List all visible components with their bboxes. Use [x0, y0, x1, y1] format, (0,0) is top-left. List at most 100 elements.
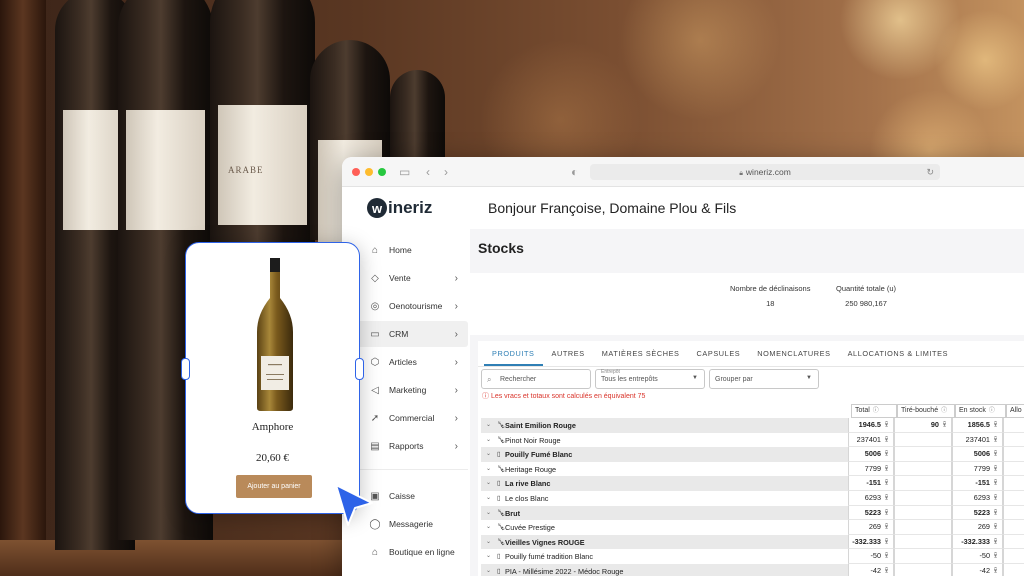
sidebar-item-boutique-en-ligne[interactable]: ⌂ Boutique en ligne: [354, 539, 468, 565]
sidebar-item-label: Caisse: [389, 491, 415, 501]
add-to-cart-button[interactable]: Ajouter au panier: [236, 475, 312, 498]
table-row[interactable]: ⌄ 🍾︎ Brut 5223 🍷︎ 5223 🍷︎: [481, 505, 1024, 521]
bottle-unit-icon: 🍷︎: [883, 422, 890, 428]
sidebar-item-marketing[interactable]: ◁ Marketing ›: [354, 377, 468, 403]
table-cell: [894, 476, 952, 491]
sidebar-item-label: Boutique en ligne: [389, 547, 455, 557]
bottle-label-text: ARABE: [228, 165, 264, 175]
tab-mati-res-s-ches[interactable]: MATIÈRES SÈCHES: [594, 349, 688, 366]
bottle-unit-icon: 🍷︎: [883, 524, 890, 531]
table-cell: -151 🍷︎: [952, 476, 1003, 491]
info-icon[interactable]: ⓘ: [873, 408, 879, 414]
table-row[interactable]: ⌄ 🍾︎ Heritage Rouge 7799 🍷︎ 7799 🍷︎: [481, 461, 1024, 477]
table-cell: 5006 🍷︎: [952, 447, 1003, 462]
tab-autres[interactable]: AUTRES: [544, 349, 593, 366]
table-row[interactable]: ⌄ ▯ Le clos Blanc 6293 🍷︎ 6293 🍷︎: [481, 491, 1024, 506]
product-name-cell: Cuvée Prestige: [505, 523, 555, 533]
greeting-text: Bonjour Françoise, Domaine Plou & Fils: [488, 200, 737, 216]
cellar-bottle: ARABE: [210, 0, 315, 270]
table-row[interactable]: ⌄ ▯ Pouilly fumé tradition Blanc -50 🍷︎ -50 🍷︎: [481, 549, 1024, 564]
sidebar-item-articles[interactable]: ⬡ Articles ›: [354, 349, 468, 375]
column-header[interactable]: Allo: [1006, 404, 1024, 418]
product-name-cell: Brut: [505, 508, 520, 518]
sidebar-item-vente[interactable]: ◇ Vente ›: [354, 265, 468, 291]
expand-chevron-icon[interactable]: ⌄: [486, 552, 491, 559]
table-cell: -332.333 🍷︎: [848, 534, 894, 550]
minimize-window-button[interactable]: [365, 168, 373, 176]
reload-icon[interactable]: ↻: [926, 164, 934, 180]
table-row[interactable]: ⌄ 🍾︎ Cuvée Prestige 269 🍷︎ 269 🍷︎: [481, 520, 1024, 535]
sidebar-item-rapports[interactable]: ▤ Rapports ›: [354, 433, 468, 459]
table-cell: 5223 🍷︎: [952, 505, 1003, 521]
cellar-bottle: [390, 70, 445, 160]
table-cell: 1856.5 🍷︎: [952, 418, 1003, 433]
table-cell: 5223 🍷︎: [848, 505, 894, 521]
table-cell: [1003, 549, 1024, 564]
placeholder-image-icon: ▯: [497, 451, 501, 459]
table-cell: 269 🍷︎: [952, 520, 1003, 535]
forward-arrow-icon[interactable]: ›: [444, 165, 448, 179]
expand-chevron-icon[interactable]: ⌄: [486, 523, 491, 530]
shield-icon[interactable]: ◐: [571, 165, 578, 179]
bottle-unit-icon: 🍷︎: [992, 436, 999, 443]
expand-chevron-icon[interactable]: ⌄: [486, 494, 491, 501]
address-bar[interactable]: 🔒︎ wineriz.com ↻: [590, 164, 940, 180]
sidebar-item-commercial[interactable]: ➚ Commercial ›: [354, 405, 468, 431]
resize-handle-left[interactable]: [181, 358, 190, 380]
expand-chevron-icon[interactable]: ⌄: [486, 421, 491, 428]
tab-nomenclatures[interactable]: NOMENCLATURES: [749, 349, 838, 366]
column-header[interactable]: Total ⓘ: [851, 404, 897, 418]
sidebar-item-crm[interactable]: ▭ CRM ›: [354, 321, 468, 347]
tab-produits[interactable]: PRODUITS: [484, 349, 543, 366]
product-name-cell: PIA - Millésime 2022 - Médoc Rouge: [505, 567, 624, 576]
info-icon[interactable]: ⓘ: [941, 408, 947, 414]
search-input[interactable]: ⌕ Rechercher: [481, 369, 591, 389]
wineriz-logo[interactable]: w ineriz: [367, 198, 432, 218]
expand-chevron-icon[interactable]: ⌄: [486, 436, 491, 443]
sidebar-item-oenotourisme[interactable]: ◎ Oenotourisme ›: [354, 293, 468, 319]
tab-allocations-limites[interactable]: ALLOCATIONS & LIMITES: [840, 349, 956, 366]
expand-chevron-icon[interactable]: ⌄: [486, 509, 491, 516]
maximize-window-button[interactable]: [378, 168, 386, 176]
warehouse-select[interactable]: Entrepôt Tous les entrepôts ▼: [595, 369, 705, 389]
stats-bar: Nombre de déclinaisons 18 Quantité total…: [470, 273, 1024, 335]
table-cell: 90 🍷︎: [894, 418, 952, 433]
table-cell: [894, 447, 952, 462]
info-icon[interactable]: ⓘ: [989, 408, 995, 414]
product-name-cell: Vieilles Vignes ROUGE: [505, 537, 585, 547]
column-header[interactable]: Tiré-bouché ⓘ: [897, 404, 955, 418]
tab-capsules[interactable]: CAPSULES: [689, 349, 749, 366]
stocks-panel: PRODUITS AUTRES MATIÈRES SÈCHES CAPSULES NOM…: [478, 341, 1024, 576]
expand-chevron-icon[interactable]: ⌄: [486, 479, 491, 486]
product-name-cell: Pouilly fumé tradition Blanc: [505, 552, 594, 562]
expand-chevron-icon[interactable]: ⌄: [486, 538, 491, 545]
resize-handle-right[interactable]: [355, 358, 364, 380]
sidebar-item-label: Rapports: [389, 441, 424, 451]
table-cell: [894, 432, 952, 448]
expand-chevron-icon[interactable]: ⌄: [486, 567, 491, 574]
product-name-cell: La rive Blanc: [505, 479, 551, 489]
table-cell: [894, 549, 952, 564]
stat-variants: Nombre de déclinaisons 18: [730, 284, 811, 308]
back-arrow-icon[interactable]: ‹: [426, 165, 430, 179]
table-row[interactable]: ⌄ ▯ Pouilly Fumé Blanc 5006 🍷︎ 5006 🍷︎: [481, 447, 1024, 462]
product-card[interactable]: Amphore 20,60 € Ajouter au panier: [181, 242, 364, 514]
sidebar-item-home[interactable]: ⌂ Home: [354, 237, 468, 263]
table-cell: [894, 534, 952, 550]
sidebar-toggle-icon[interactable]: ▭: [399, 165, 410, 179]
bottle-unit-icon: 🍷︎: [883, 568, 890, 574]
caret-down-icon: ▼: [692, 375, 698, 381]
wine-bottle-image: [257, 258, 293, 411]
table-row[interactable]: ⌄ ▯ PIA - Millésime 2022 - Médoc Rouge -42 🍷…: [481, 564, 1024, 576]
table-row[interactable]: ⌄ 🍾︎ Pinot Noir Rouge 237401 🍷︎ 237401 🍷︎: [481, 432, 1024, 448]
table-cell: 7799 🍷︎: [952, 461, 1003, 477]
group-by-select[interactable]: Grouper par ▼: [709, 369, 819, 389]
expand-chevron-icon[interactable]: ⌄: [486, 465, 491, 472]
table-row[interactable]: ⌄ 🍾︎ Vieilles Vignes ROUGE -332.333 🍷︎ -332.3…: [481, 534, 1024, 550]
table-row[interactable]: ⌄ ▯ La rive Blanc -151 🍷︎ -151 🍷︎: [481, 476, 1024, 491]
column-header[interactable]: En stock ⓘ: [955, 404, 1006, 418]
bottle-unit-icon: 🍷︎: [992, 422, 999, 428]
close-window-button[interactable]: [352, 168, 360, 176]
table-row[interactable]: ⌄ 🍾︎ Saint Emilion Rouge 1946.5 🍷︎ 90 🍷︎ 1856.5…: [481, 418, 1024, 433]
expand-chevron-icon[interactable]: ⌄: [486, 450, 491, 457]
